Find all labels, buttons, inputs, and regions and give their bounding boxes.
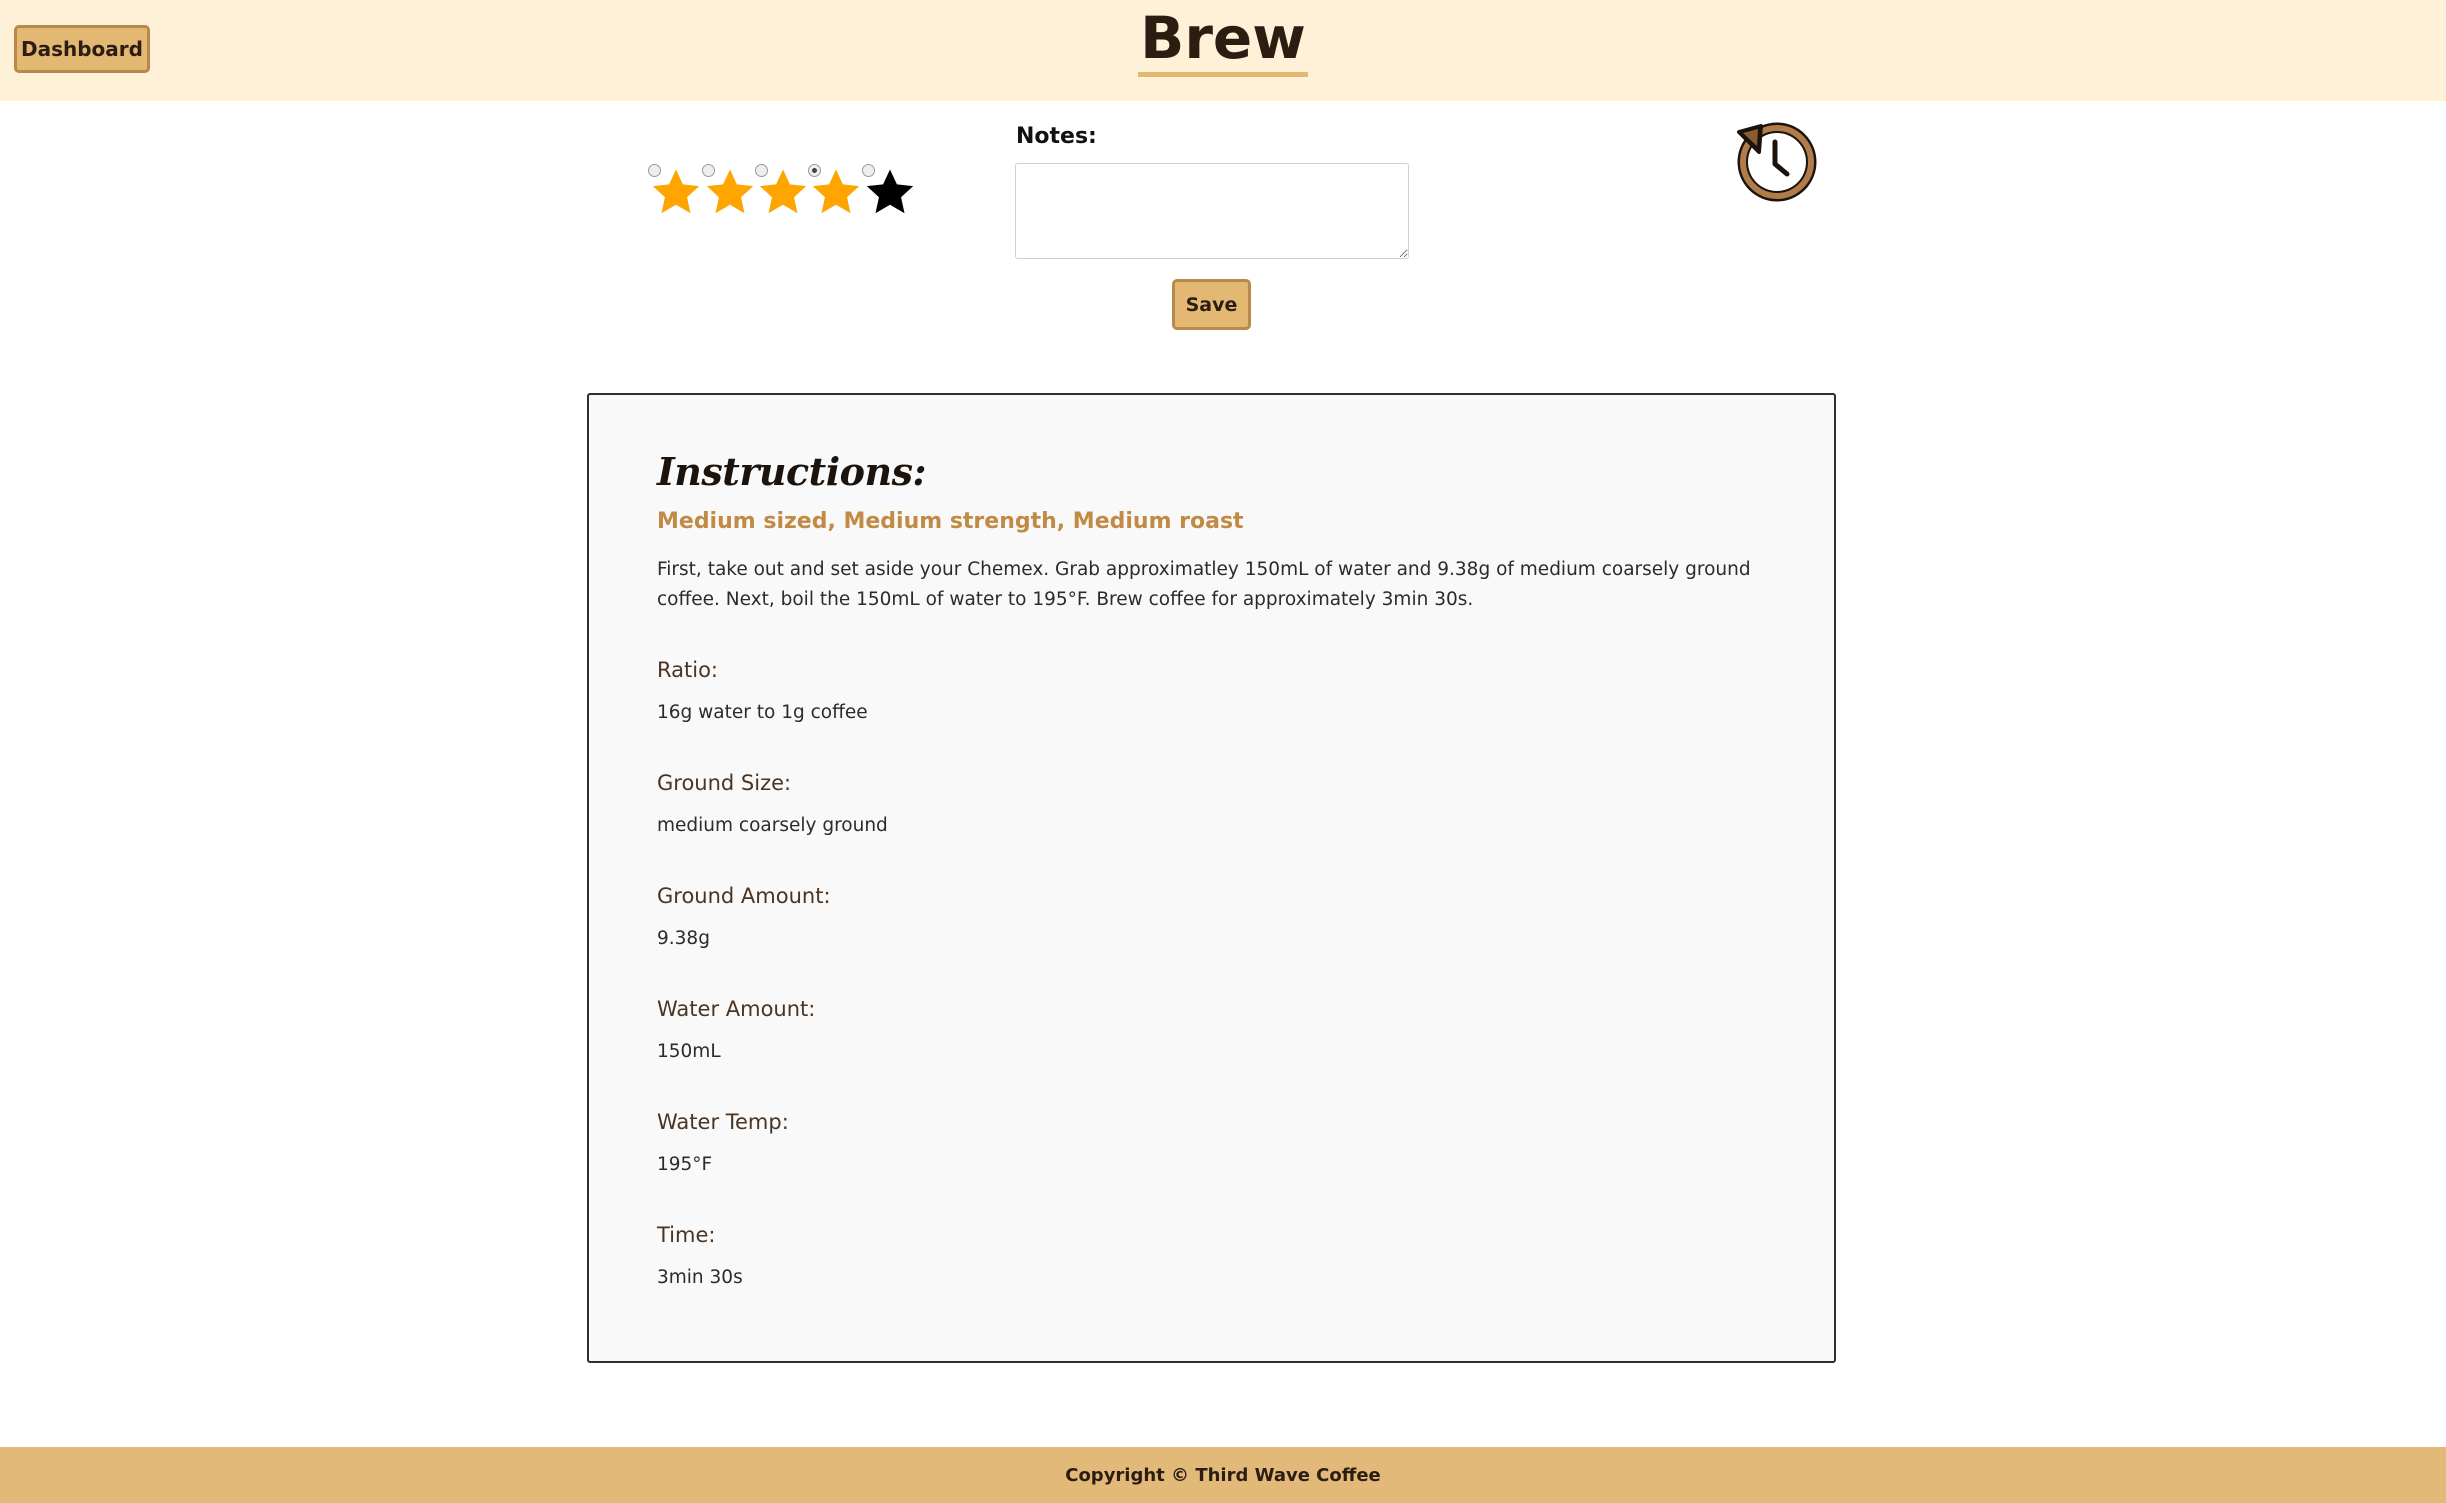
field-ground-size: Ground Size: medium coarsely ground bbox=[657, 768, 1819, 840]
dashboard-button[interactable]: Dashboard bbox=[14, 25, 150, 73]
rating-option-3[interactable] bbox=[755, 164, 809, 224]
field-water-amount: Water Amount: 150mL bbox=[657, 994, 1819, 1066]
field-value: 195°F bbox=[657, 1154, 713, 1175]
star-icon[interactable] bbox=[810, 166, 862, 218]
star-icon[interactable] bbox=[704, 166, 756, 218]
star-icon[interactable] bbox=[864, 166, 916, 218]
field-label: Ground Amount: bbox=[657, 884, 831, 908]
field-ground-amount: Ground Amount: 9.38g bbox=[657, 881, 1819, 953]
field-label: Water Temp: bbox=[657, 1110, 789, 1134]
footer: Copyright © Third Wave Coffee bbox=[0, 1447, 2446, 1503]
star-rating[interactable] bbox=[648, 164, 920, 224]
star-icon[interactable] bbox=[757, 166, 809, 218]
rating-option-4[interactable] bbox=[808, 164, 862, 224]
field-label: Ground Size: bbox=[657, 771, 792, 795]
rating-option-1[interactable] bbox=[648, 164, 702, 224]
rating-option-2[interactable] bbox=[702, 164, 756, 224]
field-label: Water Amount: bbox=[657, 997, 816, 1021]
field-value: medium coarsely ground bbox=[657, 815, 888, 836]
field-ratio: Ratio: 16g water to 1g coffee bbox=[657, 655, 1819, 727]
instructions-subtitle: Medium sized, Medium strength, Medium ro… bbox=[657, 509, 1244, 534]
notes-textarea[interactable] bbox=[1015, 163, 1409, 259]
field-label: Time: bbox=[657, 1223, 716, 1247]
instructions-heading: Instructions: bbox=[657, 449, 927, 494]
footer-copyright: Copyright © Third Wave Coffee bbox=[1065, 1464, 1381, 1486]
field-value: 9.38g bbox=[657, 928, 710, 949]
instructions-body: First, take out and set aside your Cheme… bbox=[657, 559, 1751, 610]
title-wrap: Brew bbox=[0, 0, 2446, 77]
rating-option-5[interactable] bbox=[862, 164, 916, 224]
save-button[interactable]: Save bbox=[1172, 279, 1251, 330]
history-icon[interactable] bbox=[1735, 118, 1819, 204]
field-value: 150mL bbox=[657, 1041, 721, 1062]
field-value: 16g water to 1g coffee bbox=[657, 702, 868, 723]
field-label: Ratio: bbox=[657, 658, 718, 682]
page-title: Brew bbox=[1138, 4, 1308, 77]
instructions-card: Instructions: Medium sized, Medium stren… bbox=[587, 393, 1836, 1363]
header: Brew Dashboard bbox=[0, 0, 2446, 101]
field-value: 3min 30s bbox=[657, 1267, 743, 1288]
field-water-temp: Water Temp: 195°F bbox=[657, 1107, 1819, 1179]
star-icon[interactable] bbox=[650, 166, 702, 218]
field-time: Time: 3min 30s bbox=[657, 1220, 1819, 1292]
notes-label: Notes: bbox=[1016, 124, 1097, 149]
instructions-content: Instructions: Medium sized, Medium stren… bbox=[657, 445, 1819, 1292]
